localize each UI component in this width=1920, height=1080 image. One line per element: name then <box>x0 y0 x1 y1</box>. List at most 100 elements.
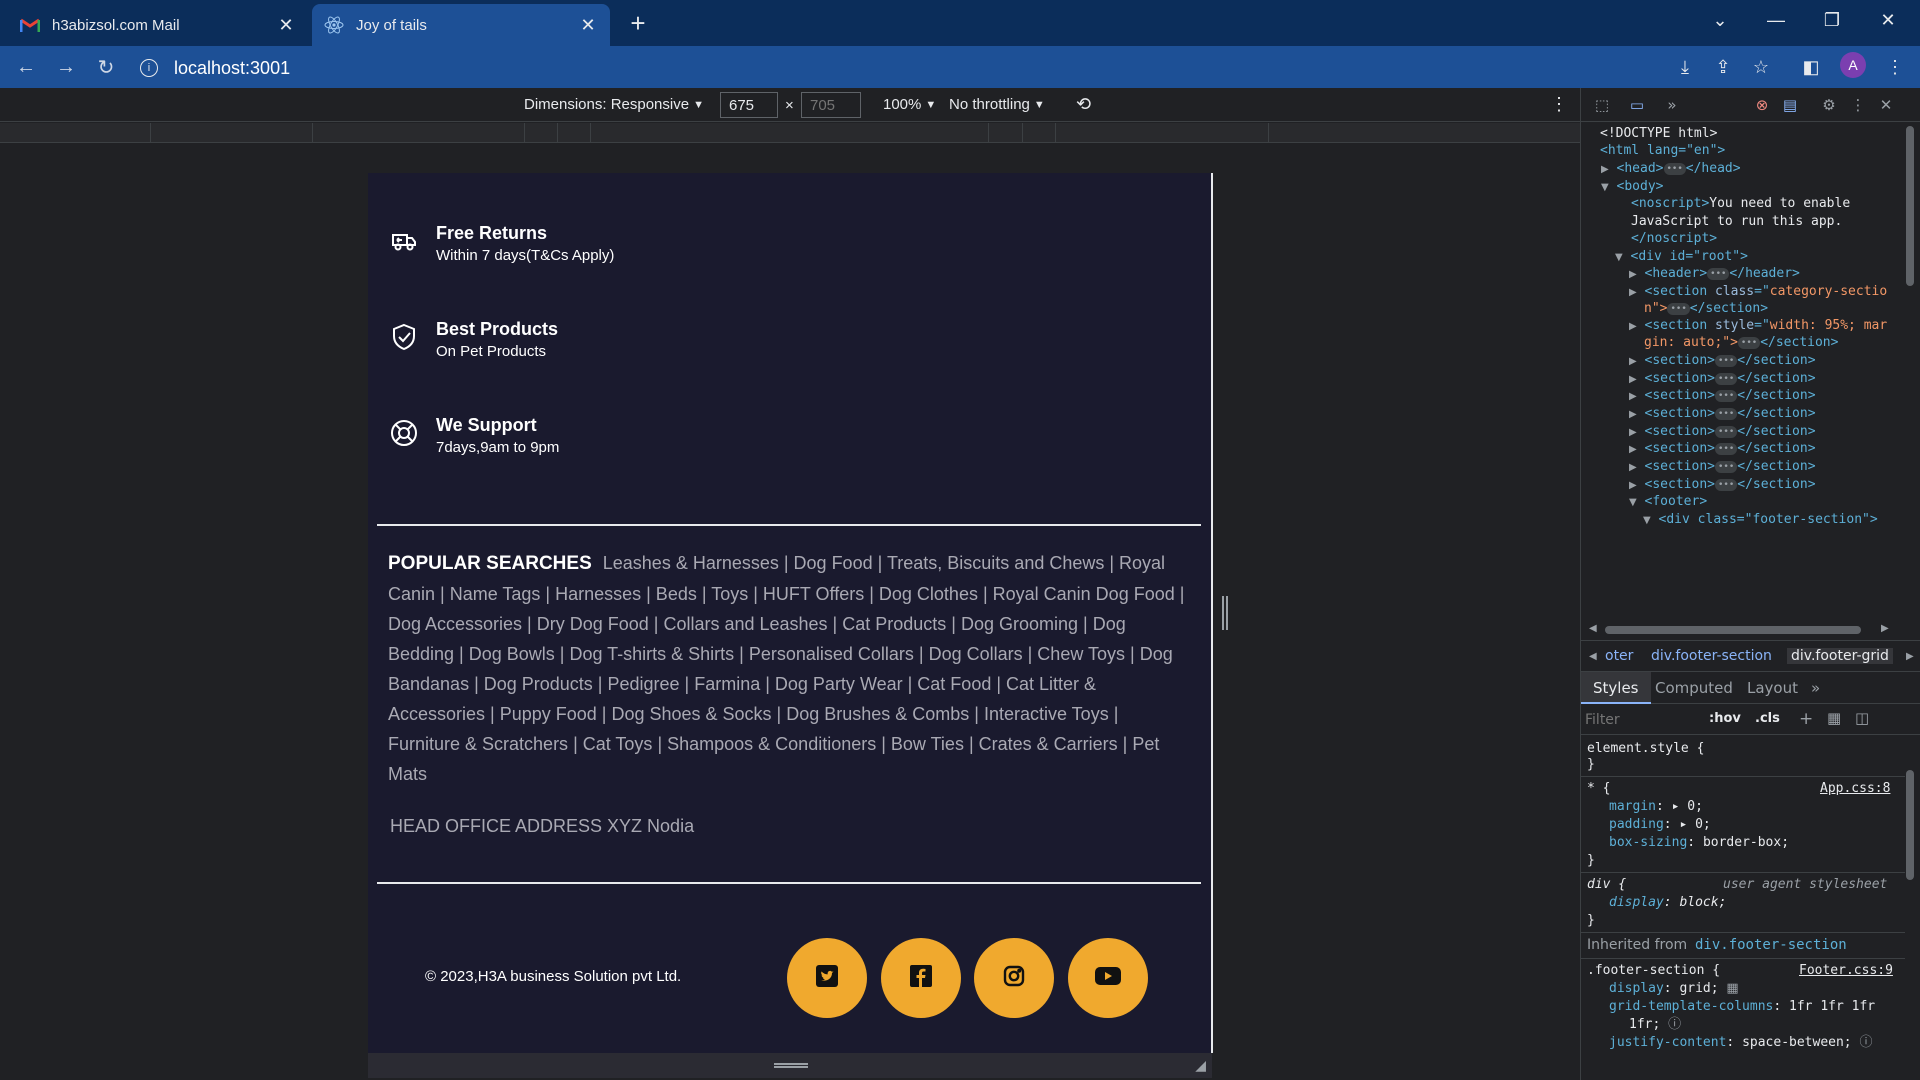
hov-button[interactable]: :hov <box>1709 711 1741 726</box>
back-icon[interactable]: ← <box>12 53 40 81</box>
bookmark-star-icon[interactable]: ☆ <box>1746 53 1776 81</box>
page-footer: Free Returns Within 7 days(T&Cs Apply) B… <box>368 173 1212 1053</box>
window-close-icon[interactable]: ✕ <box>1868 6 1908 34</box>
tab-layout[interactable]: Layout <box>1747 679 1798 697</box>
footer-section-node[interactable]: ▼ <div class="footer-section"> <box>1643 509 1878 531</box>
rule-selector[interactable]: * { <box>1587 781 1610 796</box>
ellipsis-icon[interactable]: ••• <box>1663 162 1686 175</box>
doctype-line[interactable]: <!DOCTYPE html> <box>1600 126 1717 141</box>
noscript-text: You need to enable <box>1709 196 1851 211</box>
throttling-dropdown[interactable]: No throttling ▼ <box>949 96 1045 113</box>
resize-corner-icon[interactable]: ◢ <box>1195 1057 1206 1074</box>
twitter-button[interactable] <box>787 938 867 1018</box>
rotate-icon[interactable]: ⟲ <box>1076 94 1091 115</box>
breadcrumb-right-icon[interactable]: ▶ <box>1906 651 1914 662</box>
elements-hscrollbar[interactable]: ◀ ▶ <box>1581 622 1920 638</box>
tab-computed[interactable]: Computed <box>1655 679 1733 697</box>
tab-strip: h3abizsol.com Mail ✕ Joy of tails ✕ + ⌄ … <box>0 0 1920 46</box>
body-tag: <body> <box>1616 179 1664 194</box>
settings-gear-icon[interactable]: ⚙ <box>1818 95 1840 115</box>
scroll-left-icon[interactable]: ◀ <box>1589 623 1597 634</box>
source-link[interactable]: App.css:8 <box>1820 781 1890 796</box>
elements-scrollbar[interactable] <box>1903 126 1917 616</box>
tab-gmail[interactable]: h3abizsol.com Mail ✕ <box>8 4 308 46</box>
rule-selector[interactable]: .footer-section { <box>1587 963 1720 978</box>
new-tab-icon[interactable]: + <box>624 8 652 38</box>
justify-value[interactable]: space-between; <box>1742 1035 1852 1050</box>
grid-columns-value[interactable]: 1fr 1fr 1fr <box>1789 999 1875 1014</box>
breadcrumb-left-icon[interactable]: ◀ <box>1589 651 1597 662</box>
forward-icon[interactable]: → <box>52 53 80 81</box>
expand-triangle-icon[interactable]: ▶ <box>1601 164 1609 175</box>
collapse-triangle-icon[interactable]: ▼ <box>1615 252 1623 263</box>
feature-we-support: We Support 7days,9am to 9pm <box>390 413 559 459</box>
styles-filter-input[interactable] <box>1585 708 1685 732</box>
more-tabs-icon[interactable]: » <box>1661 95 1683 115</box>
tab-styles[interactable]: Styles <box>1581 672 1651 704</box>
error-count-icon[interactable]: ⊗ <box>1751 95 1773 115</box>
device-toggle-icon[interactable]: ▭ <box>1626 95 1648 115</box>
issues-icon[interactable]: ▤ <box>1779 95 1801 115</box>
feature-subtitle: Within 7 days(T&Cs Apply) <box>436 247 615 264</box>
info-icon[interactable]: ⓘ <box>1859 1035 1872 1050</box>
menu-kebab-icon[interactable]: ⋮ <box>1880 53 1910 81</box>
popular-searches-links[interactable]: Leashes & Harnesses | Dog Food | Treats,… <box>388 553 1184 784</box>
devtools-close-icon[interactable]: ✕ <box>1875 95 1897 115</box>
breadcrumb-item[interactable]: oter <box>1605 648 1633 664</box>
new-rule-plus-icon[interactable]: + <box>1799 709 1813 729</box>
width-input[interactable] <box>720 92 778 118</box>
device-toolbar-menu-icon[interactable]: ⋮ <box>1550 94 1568 115</box>
info-icon[interactable]: ⓘ <box>1668 1017 1681 1032</box>
rule-selector[interactable]: element.style { <box>1587 741 1704 756</box>
display-grid-value[interactable]: grid; <box>1679 981 1718 996</box>
more-subtabs-icon[interactable]: » <box>1811 679 1820 697</box>
minimize-icon[interactable]: — <box>1756 6 1796 34</box>
display-value: block; <box>1679 895 1727 910</box>
source-link[interactable]: Footer.css:9 <box>1799 963 1893 978</box>
styles-scrollbar[interactable] <box>1903 750 1917 1070</box>
resize-handle-right[interactable] <box>1222 596 1228 630</box>
breadcrumb-item-active[interactable]: div.footer-grid <box>1787 648 1893 664</box>
height-input[interactable] <box>801 92 861 118</box>
share-icon[interactable]: ⇪ <box>1708 53 1738 81</box>
margin-value[interactable]: 0; <box>1687 799 1703 814</box>
breadcrumb: ◀ oter div.footer-section div.footer-gri… <box>1581 640 1920 672</box>
youtube-button[interactable] <box>1068 938 1148 1018</box>
office-address: HEAD OFFICE ADDRESS XYZ Nodia <box>390 816 695 836</box>
breadcrumb-item[interactable]: div.footer-section <box>1651 648 1772 664</box>
instagram-button[interactable] <box>974 938 1054 1018</box>
side-panel-icon[interactable]: ◧ <box>1796 53 1826 81</box>
box-sizing-value[interactable]: border-box; <box>1703 835 1789 850</box>
address-bar[interactable]: i localhost:3001 <box>140 53 1660 83</box>
scroll-right-icon[interactable]: ▶ <box>1881 623 1889 634</box>
noscript-text: JavaScript to run this app. <box>1631 214 1843 229</box>
install-icon[interactable]: ⤓ <box>1670 53 1700 81</box>
grid-editor-icon[interactable]: ▦ <box>1726 981 1738 996</box>
zoom-dropdown[interactable]: 100% ▼ <box>883 96 936 113</box>
devtools-menu-icon[interactable]: ⋮ <box>1847 95 1869 115</box>
padding-value[interactable]: 0; <box>1695 817 1711 832</box>
inspect-element-icon[interactable]: ⬚ <box>1591 95 1613 115</box>
collapse-triangle-icon[interactable]: ▼ <box>1601 182 1609 193</box>
elements-tree: <!DOCTYPE html> <html lang="en"> ▶ <head… <box>1581 123 1901 618</box>
throttling-label: No throttling <box>949 96 1030 113</box>
restore-icon[interactable]: ❐ <box>1812 6 1852 34</box>
paint-format-icon[interactable]: ▦ <box>1827 709 1841 727</box>
tab-search-chevron-icon[interactable]: ⌄ <box>1700 6 1740 34</box>
twitter-icon <box>816 964 838 992</box>
resize-handle-bottom[interactable]: ◢ <box>368 1053 1212 1078</box>
inherited-from-link[interactable]: div.footer-section <box>1695 937 1847 953</box>
rule-selector[interactable]: div { <box>1587 877 1626 892</box>
dimensions-dropdown[interactable]: Dimensions: Responsive ▼ <box>524 96 704 113</box>
close-icon[interactable]: ✕ <box>276 15 296 35</box>
feature-title: Free Returns <box>436 223 548 243</box>
reload-icon[interactable]: ↻ <box>92 53 120 81</box>
facebook-button[interactable] <box>881 938 961 1018</box>
html-line[interactable]: <html lang="en"> <box>1600 143 1725 158</box>
cls-button[interactable]: .cls <box>1755 711 1780 726</box>
toggle-sidebar-icon[interactable]: ◫ <box>1855 709 1869 727</box>
site-info-icon[interactable]: i <box>140 59 158 77</box>
tab-joy-of-tails[interactable]: Joy of tails ✕ <box>312 4 610 46</box>
avatar[interactable]: A <box>1840 52 1866 78</box>
close-icon[interactable]: ✕ <box>578 15 598 35</box>
